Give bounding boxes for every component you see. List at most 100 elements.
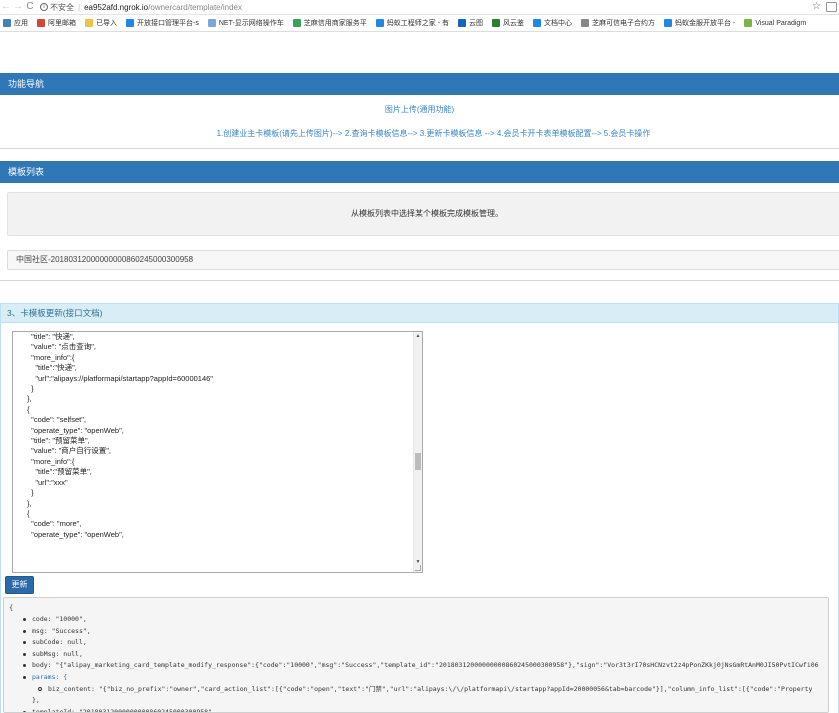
folder-icon <box>85 19 93 27</box>
result-line-text: }, <box>32 696 40 705</box>
bookmark-label: 已导入 <box>96 20 117 27</box>
contract-icon <box>581 19 590 27</box>
address-field[interactable]: ea952afd.ngrok.io/ownercard/template/ind… <box>84 3 242 12</box>
result-line-text: subCode: null, <box>32 638 87 647</box>
sesame-icon <box>292 19 301 27</box>
bookmark-label: 风云鉴 <box>503 20 525 27</box>
result-line: msg: "Success", <box>4 626 819 638</box>
code-line: "more_info":{ <box>27 456 75 466</box>
circle-bullet-icon <box>38 686 42 691</box>
bookmark-label: 阿里邮箱 <box>48 20 76 27</box>
textarea-content: "title": "快递", "value": "点击查询", "more_in… <box>27 332 213 540</box>
bullet-icon <box>23 629 26 633</box>
bookmark-item[interactable]: NET-显示网络操作车 <box>207 18 284 28</box>
code-line: { <box>27 508 30 518</box>
security-indicator[interactable]: i 不安全 <box>40 2 74 13</box>
code-line: "title":"快递", <box>27 363 77 373</box>
json-textarea[interactable]: "title": "快递", "value": "点击查询", "more_in… <box>12 331 423 573</box>
result-line: templateId: "201803120000000008602450003… <box>4 707 819 713</box>
code-line: } <box>27 488 34 498</box>
bookmark-item[interactable]: 蚂蚁工程师之家 - 有 <box>375 18 450 28</box>
insecure-label: 不安全 <box>50 2 74 12</box>
code-line: "url":"xxx" <box>27 477 68 487</box>
doc-icon <box>533 19 542 27</box>
bookmark-item[interactable]: 已导入 <box>85 18 117 28</box>
section-divider <box>0 148 839 149</box>
code-line: } <box>27 384 34 394</box>
bookmark-item[interactable]: 芝麻信用商家服务平 <box>292 18 367 28</box>
step-link[interactable]: 1.创建业主卡模板(请先上传图片) <box>217 129 333 138</box>
bookmarks-bar: 应用 阿里邮箱 已导入 开放接口管理平台-s NET-显示网络操作车 芝麻信用商家服务平 蚂… <box>0 15 839 32</box>
code-line: { <box>27 404 30 414</box>
code-line: "value": "点击查询", <box>27 342 96 352</box>
bookmark-label: 蚂蚁金服开放平台 - <box>675 20 736 27</box>
template-list-item[interactable]: 中国社区-20180312000000000860245000300958 <box>7 250 839 270</box>
result-line: }, <box>4 695 819 707</box>
result-line: biz_content: "{"biz_no_prefix":"owner","… <box>4 684 819 696</box>
result-line: subMsg: null, <box>4 649 819 661</box>
bookmark-item[interactable]: 应用 <box>3 18 28 28</box>
api-doc-link[interactable]: 接口文档 <box>66 308 100 318</box>
bookmark-item[interactable]: Visual Paradigm <box>744 19 806 27</box>
code-line: "operate_type": "openWeb", <box>27 425 124 435</box>
update-panel-heading: 3、卡模板更新(接口文档) <box>0 303 839 323</box>
bookmark-item[interactable]: 文档中心 <box>533 18 572 28</box>
bookmark-item[interactable]: 芝麻可信电子合约方 <box>581 18 655 28</box>
step-link[interactable]: 4.会员卡开卡表单模板配置 <box>497 129 592 138</box>
step-navigation: 1.创建业主卡模板(请先上传图片)--> 2.查询卡模板信息--> 3.更新卡模… <box>0 128 839 139</box>
forward-arrow-icon[interactable]: → <box>12 0 24 14</box>
bullet-icon <box>23 675 26 679</box>
step-separator: --> <box>482 129 497 138</box>
step-link[interactable]: 3.更新卡模板信息 <box>420 129 483 138</box>
reload-icon[interactable]: C <box>24 0 36 14</box>
bookmark-label: 云图 <box>469 20 484 27</box>
scroll-thumb[interactable] <box>415 453 421 470</box>
bookmark-label: 开放接口管理平台-s <box>137 20 199 27</box>
wind-icon <box>492 19 501 27</box>
antfin-icon <box>664 19 673 27</box>
step-link[interactable]: 2.查询卡模板信息 <box>345 129 408 138</box>
bookmark-label: NET-显示网络操作车 <box>218 20 284 27</box>
code-line: "title": "预留菜单", <box>27 436 90 446</box>
alipay-icon <box>126 19 134 27</box>
bookmark-item[interactable]: 开放接口管理平台-s <box>126 18 199 28</box>
url-separator: | <box>78 2 81 12</box>
browser-toolbar: ← → C i 不安全 | ea952afd.ngrok.io/ownercar… <box>0 0 839 15</box>
globe-icon <box>207 19 216 27</box>
bookmark-star-icon[interactable]: ☆ <box>812 1 821 12</box>
result-line: subCode: null, <box>4 637 819 649</box>
resize-handle-icon[interactable] <box>415 565 421 571</box>
back-arrow-icon[interactable]: ← <box>0 0 12 14</box>
section-divider <box>0 280 839 281</box>
scroll-up-icon[interactable]: ▲ <box>414 332 422 340</box>
code-line: }, <box>27 394 32 404</box>
bookmark-item[interactable]: 蚂蚁金服开放平台 - <box>664 18 735 28</box>
bookmark-label: 芝麻信用商家服务平 <box>303 20 367 27</box>
update-button[interactable]: 更新 <box>5 576 34 594</box>
bookmark-item[interactable]: 云图 <box>458 18 483 28</box>
template-notice: 从模板列表中选择某个模板完成模板管理。 <box>7 192 839 236</box>
result-line-text: code: "10000", <box>32 615 87 623</box>
info-icon: i <box>40 3 48 11</box>
bookmark-item[interactable]: 风云鉴 <box>492 18 524 28</box>
result-line: code: "10000", <box>4 614 819 626</box>
bookmark-label: 芝麻可信电子合约方 <box>592 20 656 27</box>
textarea-scrollbar[interactable]: ▲ ▼ <box>413 332 422 572</box>
result-line-text: params: { <box>32 672 68 681</box>
mail-icon <box>37 19 45 27</box>
result-line-text: templateId: "201803120000000008602450003… <box>32 707 216 713</box>
extension-icon[interactable] <box>826 2 837 12</box>
bookmark-item[interactable]: 阿里邮箱 <box>37 18 76 28</box>
step-link[interactable]: 5.会员卡操作 <box>604 129 651 138</box>
bookmark-label: Visual Paradigm <box>755 19 807 27</box>
url-host: ea952afd.ngrok.io <box>84 2 149 12</box>
bookmark-label: 蚂蚁工程师之家 - 有 <box>386 20 450 27</box>
result-line-text: msg: "Success", <box>32 626 91 635</box>
upload-image-link[interactable]: 图片上传(通用功能) <box>0 104 839 115</box>
code-line: "code": "selfset", <box>27 415 87 425</box>
bullet-icon <box>23 652 26 656</box>
bullet-icon <box>23 664 26 668</box>
result-line-text: body: "{"alipay_marketing_card_template_… <box>32 661 819 670</box>
template-list-header: 模板列表 <box>0 161 839 183</box>
code-line: "value": "商户自行设置", <box>27 446 111 456</box>
